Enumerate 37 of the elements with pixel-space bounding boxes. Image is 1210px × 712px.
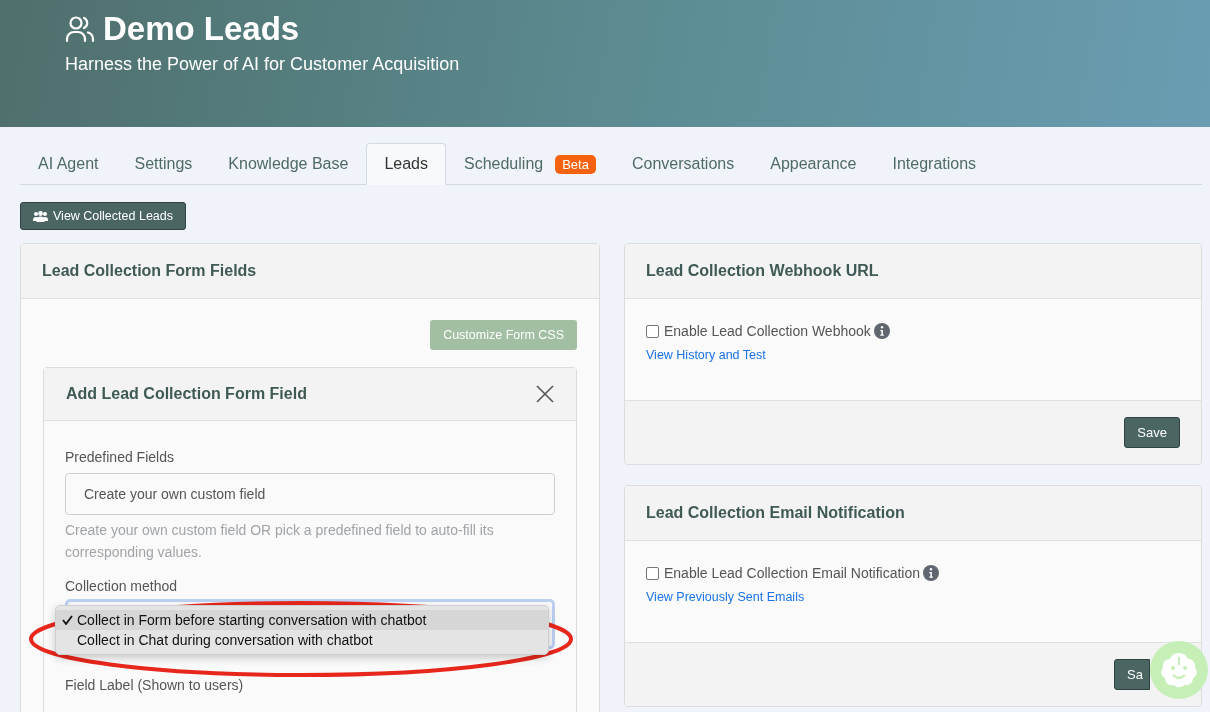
save-button[interactable]: Save: [1124, 417, 1180, 448]
panel-link[interactable]: View Previously Sent Emails: [646, 590, 1180, 604]
tab[interactable]: Settings: [116, 143, 211, 185]
view-leads-button[interactable]: View Collected Leads: [20, 202, 186, 230]
tab[interactable]: Scheduling Beta: [446, 143, 614, 185]
field-label: Field Label (Shown to users): [65, 676, 245, 693]
save-button[interactable]: Sa: [1114, 659, 1150, 690]
predefined-field-select[interactable]: Create your own custom field: [65, 473, 555, 515]
checkmark-icon: [62, 614, 73, 625]
panel-title: Lead Collection Email Notification: [646, 504, 906, 522]
tab[interactable]: Leads: [366, 143, 446, 185]
panel-title: Lead Collection Form Fields: [42, 262, 258, 280]
tab[interactable]: Conversations: [613, 143, 753, 185]
info-icon[interactable]: [873, 323, 890, 339]
info-icon[interactable]: [923, 565, 940, 581]
checkbox[interactable]: [646, 324, 659, 338]
tab[interactable]: Appearance: [752, 143, 875, 185]
checkbox[interactable]: [646, 566, 659, 580]
panel-title: Lead Collection Webhook URL: [646, 262, 880, 280]
tab[interactable]: AI Agent: [20, 143, 117, 185]
page-title: Demo Leads: [103, 10, 300, 48]
users-icon: [33, 210, 48, 222]
field-label: Collection method: [65, 577, 179, 594]
users-icon: [65, 15, 95, 43]
tab[interactable]: Knowledge Base: [210, 143, 367, 185]
field-label: Predefined Fields: [65, 449, 175, 465]
dropdown-option[interactable]: Collect in Chat during conversation with chatbot: [56, 629, 548, 650]
dropdown-option[interactable]: Collect in Form before starting conversation with chatbot: [56, 609, 548, 630]
page-subtitle: Harness the Power of AI for Customer Acquisition: [65, 54, 461, 75]
beta-badge: Beta: [555, 154, 596, 174]
panel-link[interactable]: View History and Test: [646, 348, 1180, 362]
help-text: Create your own custom field OR pick a predefined field to auto-fill its corresponding values.: [65, 521, 495, 563]
tab[interactable]: Integrations: [874, 143, 995, 185]
close-icon[interactable]: [536, 385, 554, 403]
checkbox-label: Enable Lead Collection Email Notification: [664, 565, 921, 581]
card-title: Add Lead Collection Form Field: [66, 385, 307, 403]
checkbox-label: Enable Lead Collection Webhook: [664, 323, 871, 339]
